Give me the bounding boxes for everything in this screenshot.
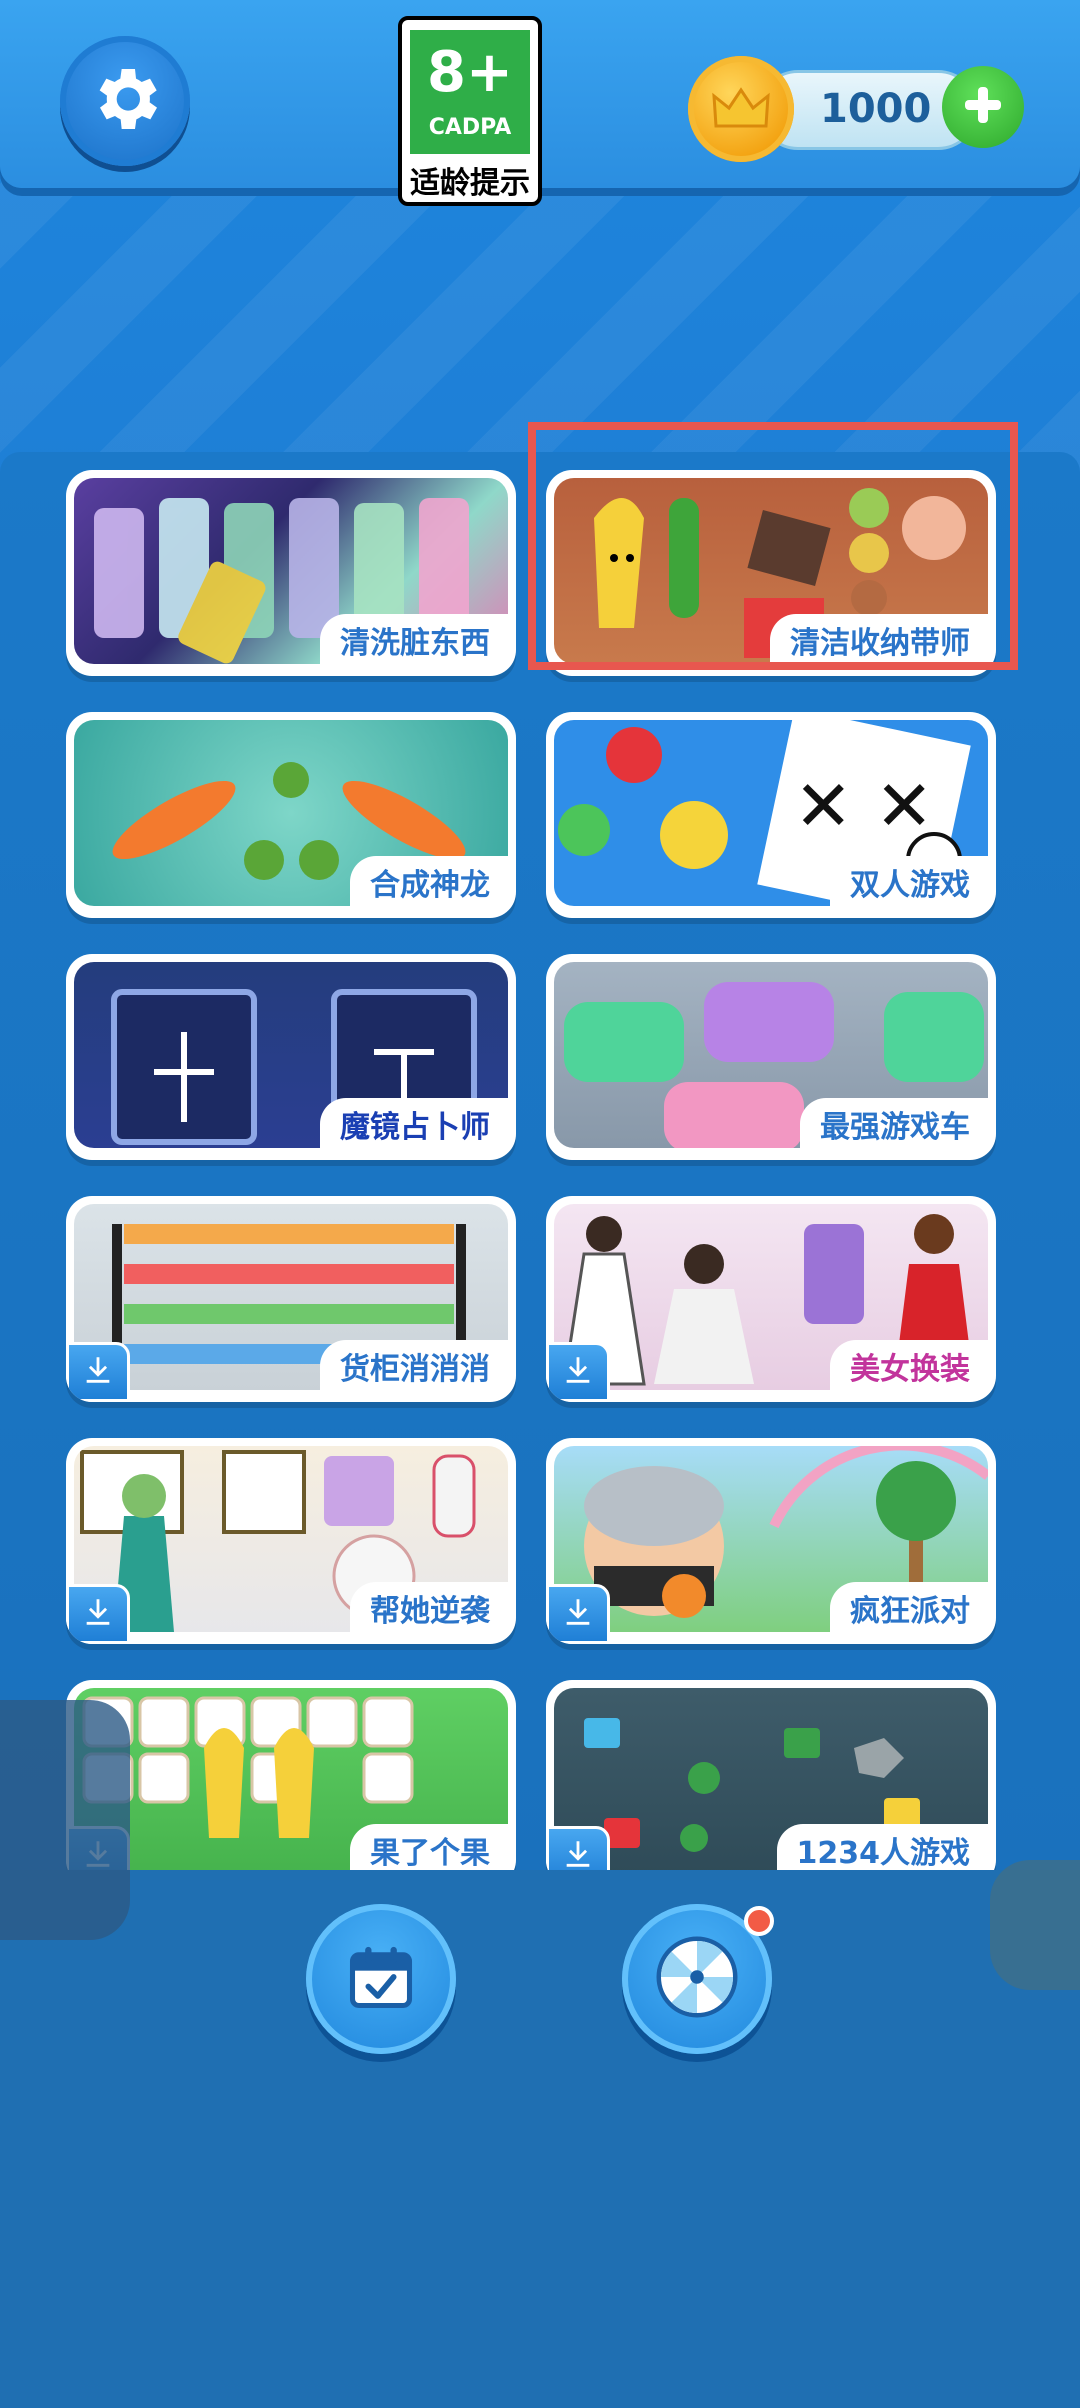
age-rating-org: CADPA — [428, 114, 512, 140]
game-card-1234-players[interactable]: 1234人游戏 — [546, 1680, 996, 1872]
game-card-help-her[interactable]: 帮她逆袭 — [66, 1438, 516, 1644]
coin-amount: 1000 — [820, 86, 932, 132]
lucky-wheel-button[interactable] — [622, 1904, 774, 2054]
game-card-strongest-car[interactable]: 最强游戏车 — [546, 954, 996, 1160]
plus-icon — [961, 83, 1005, 131]
bottom-bar — [0, 1870, 1080, 2408]
daily-checkin-button[interactable] — [306, 1904, 456, 2054]
game-title-tag: 清洗脏东西 — [320, 614, 510, 666]
game-title-tag: 果了个果 — [350, 1824, 510, 1872]
download-icon — [561, 1353, 595, 1391]
gear-icon — [85, 59, 165, 143]
download-button[interactable] — [546, 1342, 610, 1402]
game-title-tag: 最强游戏车 — [800, 1098, 990, 1150]
age-rating-number: 8+ — [427, 39, 513, 105]
game-title: 最强游戏车 — [820, 1110, 970, 1145]
game-title: 果了个果 — [370, 1836, 490, 1871]
game-title-tag: 双人游戏 — [830, 856, 990, 908]
settings-button[interactable] — [60, 36, 190, 166]
game-title: 清洗脏东西 — [340, 626, 490, 661]
game-card-crazy-party[interactable]: 疯狂派对 — [546, 1438, 996, 1644]
game-card-dress-up[interactable]: 美女换装 — [546, 1196, 996, 1402]
game-title-tag: 疯狂派对 — [830, 1582, 990, 1634]
game-card-magic-mirror[interactable]: 魔镜占卜师 — [66, 954, 516, 1160]
download-button[interactable] — [66, 1342, 130, 1402]
game-title-tag: 货柜消消消 — [320, 1340, 510, 1392]
download-icon — [81, 1595, 115, 1633]
game-title-tag: 帮她逆袭 — [350, 1582, 510, 1634]
game-title-tag: 美女换装 — [830, 1340, 990, 1392]
game-title: 美女换装 — [850, 1352, 970, 1387]
download-icon — [561, 1837, 595, 1872]
download-icon — [561, 1595, 595, 1633]
games-panel[interactable]: 清洗脏东西 清洁收纳带师 合成神龙 ✕ ✕ 双人游戏 魔镜占卜师 最强游戏车 货… — [0, 452, 1080, 1872]
game-card-dragon[interactable]: 合成神龙 — [66, 712, 516, 918]
game-title: 疯狂派对 — [850, 1594, 970, 1629]
game-card-shelf-match[interactable]: 货柜消消消 — [66, 1196, 516, 1402]
game-title: 清洁收纳带师 — [790, 626, 970, 661]
game-title: 合成神龙 — [370, 868, 490, 903]
game-title-tag: 1234人游戏 — [776, 1824, 990, 1872]
game-title: 魔镜占卜师 — [340, 1110, 490, 1145]
game-title-tag: 清洁收纳带师 — [770, 614, 990, 666]
crown-coin-icon — [688, 56, 794, 162]
download-button[interactable] — [546, 1584, 610, 1644]
game-card-clean-organize[interactable]: 清洁收纳带师 — [546, 470, 996, 676]
game-title: 货柜消消消 — [340, 1352, 490, 1387]
download-button[interactable] — [66, 1584, 130, 1644]
calendar-check-icon — [343, 1939, 419, 2019]
coin-balance: 1000 — [688, 56, 1024, 166]
game-card-clean-dirty[interactable]: 清洗脏东西 — [66, 470, 516, 676]
svg-text:✕ ✕: ✕ ✕ — [794, 765, 934, 847]
game-card-two-player[interactable]: ✕ ✕ 双人游戏 — [546, 712, 996, 918]
age-rating-label: 适龄提示 — [410, 166, 530, 201]
game-title: 1234人游戏 — [796, 1836, 971, 1871]
download-icon — [81, 1353, 115, 1391]
lucky-wheel-icon — [652, 1932, 742, 2026]
game-title-tag: 魔镜占卜师 — [320, 1098, 510, 1150]
game-title: 帮她逆袭 — [370, 1594, 490, 1629]
game-card-fruit-match[interactable]: 果了个果 — [66, 1680, 516, 1872]
game-title: 双人游戏 — [850, 868, 970, 903]
notification-dot — [744, 1906, 774, 1936]
game-title-tag: 合成神龙 — [350, 856, 510, 908]
decor-cannon-right — [990, 1860, 1080, 1990]
add-coins-button[interactable] — [942, 66, 1024, 148]
age-rating-badge[interactable]: 8+ CADPA 适龄提示 — [398, 16, 542, 206]
download-button[interactable] — [546, 1826, 610, 1872]
decor-machine-left — [0, 1700, 130, 1940]
age-rating-box: 8+ CADPA — [410, 30, 530, 154]
